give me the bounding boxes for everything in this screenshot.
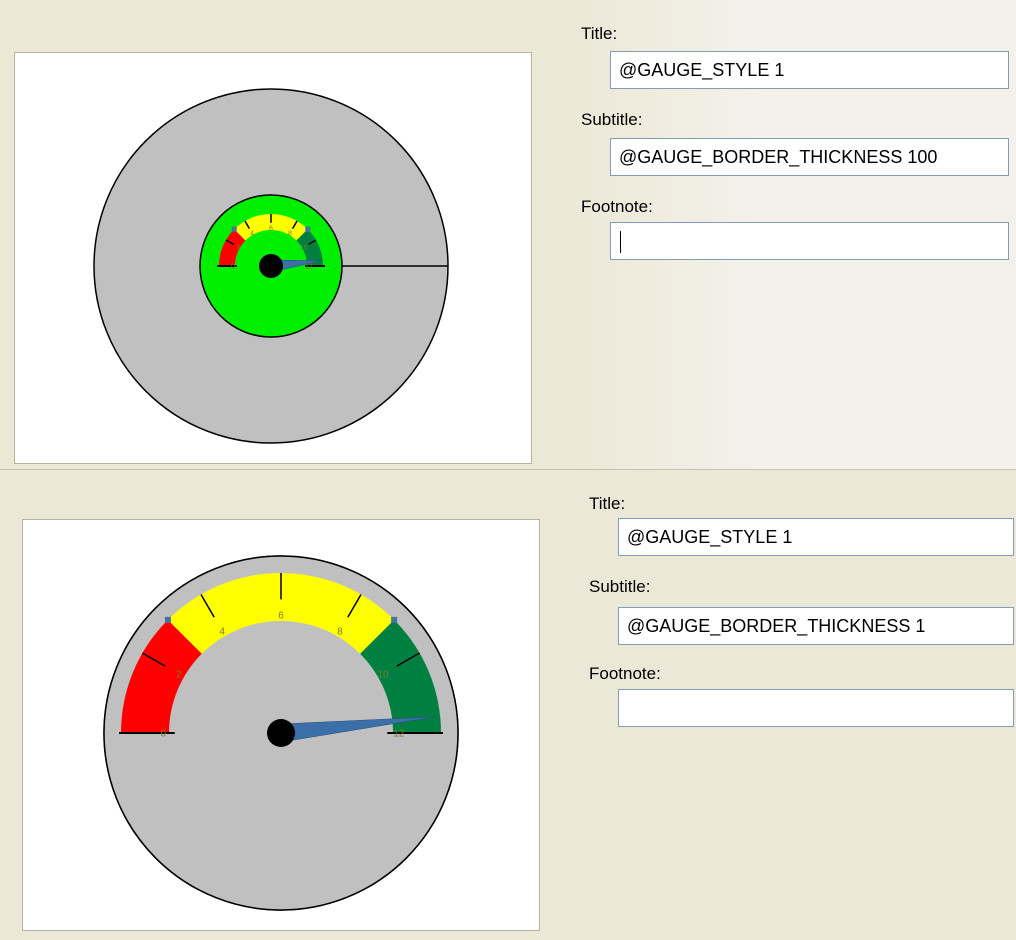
- title-label: Title:: [589, 494, 626, 513]
- gauge-tick-label: 4: [250, 231, 254, 238]
- gauge-tick-label: 0: [160, 729, 166, 740]
- gauge-hub: [267, 719, 295, 747]
- subtitle-label: Subtitle:: [589, 577, 651, 596]
- gauge-tick-label: 6: [278, 611, 284, 622]
- subtitle-input[interactable]: @GAUGE_BORDER_THICKNESS 100: [610, 138, 1009, 176]
- gauge-range-marker: [391, 616, 398, 623]
- title-input[interactable]: @GAUGE_STYLE 1: [618, 518, 1014, 556]
- gauge-range-marker: [164, 616, 171, 623]
- gauge-tick-label: 8: [288, 231, 292, 238]
- gauge-range-marker: [231, 226, 237, 232]
- gauge-tick-label: 12: [305, 263, 313, 270]
- footnote-input[interactable]: [618, 689, 1014, 727]
- footnote-input[interactable]: [610, 222, 1009, 260]
- gauge-tick-label: 2: [236, 244, 240, 251]
- gauge-preview-bottom: 0 2 4 6 8 10 12: [22, 519, 540, 931]
- subtitle-input[interactable]: @GAUGE_BORDER_THICKNESS 1: [618, 607, 1014, 645]
- gauge-range-marker: [305, 226, 311, 232]
- gauge-tick-label: 8: [337, 627, 343, 638]
- gauge-tick-label: 4: [219, 627, 225, 638]
- gauge-tick-label: 6: [269, 226, 273, 233]
- gauge-hub: [259, 254, 283, 278]
- gauge-chart-top: 0 2 4 6 8 10 12: [93, 88, 449, 444]
- footnote-label: Footnote:: [589, 664, 661, 683]
- title-input[interactable]: @GAUGE_STYLE 1: [610, 51, 1009, 89]
- gauge-tick-label: 0: [231, 263, 235, 270]
- gauge-chart-bottom: 0 2 4 6 8 10 12: [103, 555, 459, 911]
- footnote-label: Footnote:: [581, 197, 653, 216]
- gauge-preview-top: 0 2 4 6 8 10 12: [14, 52, 532, 464]
- gauge-tick-label: 10: [300, 244, 308, 251]
- gauge-tick-label: 10: [377, 670, 389, 681]
- bottom-panel: 0 2 4 6 8 10 12 Title: @GAUGE_STYLE 1 Subtitle…: [0, 470, 1016, 940]
- title-label: Title:: [581, 24, 618, 43]
- gauge-tick-label: 12: [393, 729, 405, 740]
- gauge-tick-label: 2: [176, 670, 182, 681]
- top-panel: 0 2 4 6 8 10 12 Title: @GAUGE_STYLE 1 Subtitle…: [0, 0, 1016, 470]
- text-caret: [620, 231, 621, 253]
- subtitle-label: Subtitle:: [581, 110, 643, 129]
